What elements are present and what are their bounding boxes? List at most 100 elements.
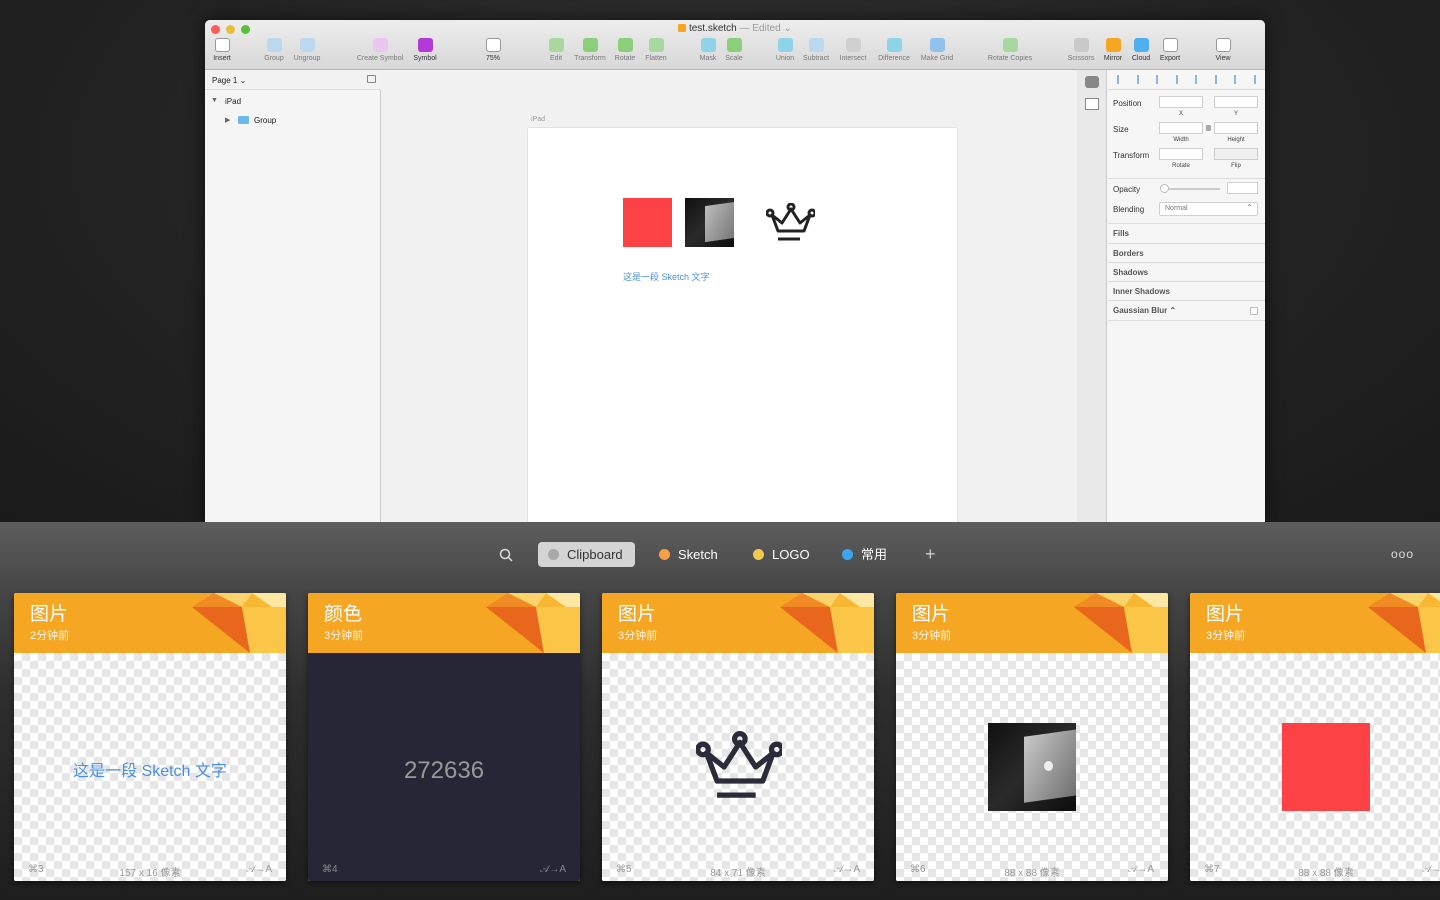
borders-section[interactable]: Borders — [1113, 249, 1144, 258]
card-header: 图片 3分钟前 — [602, 593, 874, 653]
layer-artboard-ipad[interactable]: ▼ iPad — [205, 94, 381, 110]
card-footer: ⌘788 x 88 像素𝒜→A — [1190, 859, 1440, 881]
tab-label: LOGO — [772, 547, 810, 562]
blending-select[interactable]: Normal ⌃ — [1159, 202, 1258, 216]
tab-clipboard[interactable]: Clipboard — [538, 542, 635, 567]
align-icon[interactable] — [1234, 75, 1243, 84]
clipboard-card[interactable]: 图片 3分钟前 ⌘6 88 x 88 像素 𝒜→A — [896, 593, 1168, 881]
align-icon[interactable] — [1136, 75, 1146, 84]
add-collection-button[interactable]: + — [925, 542, 936, 567]
align-icon[interactable] — [1175, 75, 1185, 84]
card-type: 图片 — [30, 604, 69, 625]
page-selector[interactable]: Page 1 ⌄ — [205, 70, 381, 90]
height-label: Height — [1227, 137, 1245, 143]
layer-label: Group — [254, 116, 277, 125]
sketch-diamond-icon — [486, 593, 580, 653]
opacity-slider-knob[interactable] — [1160, 184, 1169, 193]
red-rectangle[interactable] — [623, 198, 672, 247]
paste-as-text-button[interactable]: 𝒜→A — [834, 864, 860, 875]
text-layer[interactable]: 这是一段 Sketch 文字 — [623, 270, 710, 283]
width-field[interactable] — [1159, 122, 1203, 134]
artboard-ipad[interactable]: 这是一段 Sketch 文字 — [528, 128, 957, 522]
inner-shadows-section[interactable]: Inner Shadows — [1113, 287, 1170, 296]
toolbar-export-button[interactable]: Export — [1145, 38, 1195, 62]
card-header: 图片 2分钟前 — [14, 593, 286, 653]
group-icon — [266, 38, 282, 52]
transform-icon — [582, 38, 598, 52]
align-icon[interactable] — [1195, 75, 1204, 84]
align-icon[interactable] — [1253, 75, 1263, 84]
tab-label: 常用 — [861, 547, 888, 562]
toolbar-label: Export — [1159, 55, 1181, 62]
toolbar-insert-button[interactable]: Insert — [205, 38, 247, 62]
align-icon[interactable] — [1214, 75, 1224, 84]
layer-group[interactable]: ▶ Group — [205, 113, 381, 129]
more-menu-button[interactable]: ooo — [1391, 542, 1414, 567]
canvas[interactable]: iPad 这是一段 Sketch 文字 — [381, 70, 1077, 522]
style-icon[interactable] — [1085, 76, 1099, 88]
clipboard-color-dot — [548, 549, 559, 560]
toolbar-scale-button[interactable]: Scale — [709, 38, 759, 62]
rotate-field[interactable] — [1159, 148, 1203, 160]
card-header: 图片 3分钟前 — [1190, 593, 1440, 653]
tab-logo[interactable]: LOGO — [753, 542, 810, 567]
layout-icon[interactable] — [1085, 98, 1099, 110]
search-icon[interactable] — [499, 548, 513, 562]
toolbar-label: Scale — [725, 55, 743, 62]
position-x-field[interactable] — [1159, 96, 1203, 108]
opacity-field[interactable] — [1227, 182, 1258, 194]
flip-buttons[interactable] — [1214, 148, 1258, 160]
gaussian-blur-section[interactable]: Gaussian Blur ⌃ — [1113, 306, 1176, 315]
toolbar-rotate-copies-button[interactable]: Rotate Copies — [985, 38, 1035, 62]
disclosure-open-icon[interactable]: ▼ — [211, 97, 218, 104]
paste-as-text-button[interactable]: 𝒜→A — [540, 864, 566, 875]
card-preview: ⌘6 88 x 88 像素 𝒜→A — [896, 653, 1168, 881]
subtract-icon — [808, 38, 824, 52]
gaussian-blur-checkbox[interactable] — [1250, 307, 1258, 315]
toolbar-75--button[interactable]: 75% — [468, 38, 518, 62]
shadows-section[interactable]: Shadows — [1113, 268, 1148, 277]
toolbar-label: Rotate Copies — [987, 55, 1033, 62]
card-footer: ⌘4 𝒜→A — [308, 859, 580, 881]
export-icon — [1162, 38, 1178, 52]
symbol-icon — [417, 38, 433, 52]
toolbar-view-button[interactable]: View — [1198, 38, 1248, 62]
clipboard-card[interactable]: 图片 2分钟前 这是一段 Sketch 文字 ⌘3 157 x 16 像素 𝒜→A — [14, 593, 286, 881]
opacity-slider[interactable] — [1162, 188, 1220, 190]
clipboard-card[interactable]: 颜色 3分钟前 272636 ⌘4 𝒜→A — [308, 593, 580, 881]
laptop-image[interactable] — [685, 198, 734, 247]
align-icon[interactable] — [1117, 75, 1126, 84]
toolbar-ungroup-button[interactable]: Ungroup — [282, 38, 332, 62]
rotate-copies-icon — [1002, 38, 1018, 52]
blending-label: Blending — [1113, 205, 1145, 214]
align-icon[interactable] — [1156, 75, 1165, 84]
crown-icon — [696, 731, 782, 798]
scale-icon — [726, 38, 742, 52]
clipboard-card[interactable]: 图片 3分钟前 ⌘5 84 x 71 像素 𝒜→A — [602, 593, 874, 881]
view-icon — [1215, 38, 1231, 52]
crown-icon[interactable] — [766, 203, 815, 243]
fills-section[interactable]: Fills — [1113, 229, 1129, 238]
toolbar-make-grid-button[interactable]: Make Grid — [912, 38, 962, 62]
paste-as-text-button[interactable]: 𝒜→A — [1128, 864, 1154, 875]
paste-as-text-button[interactable]: 𝒜→A — [246, 864, 272, 875]
height-field[interactable] — [1214, 122, 1258, 134]
toolbar-flatten-button[interactable]: Flatten — [631, 38, 681, 62]
card-time: 3分钟前 — [324, 630, 364, 642]
toolbar-label: Create Symbol — [356, 55, 404, 62]
clipboard-card[interactable]: 图片3分钟前 ⌘788 x 88 像素𝒜→A — [1190, 593, 1440, 881]
red-rectangle-image — [1282, 723, 1370, 811]
card-header: 颜色 3分钟前 — [308, 593, 580, 653]
toolbar-symbol-button[interactable]: Symbol — [400, 38, 450, 62]
collapse-pages-icon[interactable] — [367, 75, 376, 83]
paste-as-text-button[interactable]: 𝒜→A — [1422, 864, 1440, 875]
page-label: Page 1 ⌄ — [212, 76, 247, 85]
tab-sketch[interactable]: Sketch — [659, 542, 718, 567]
tab-common[interactable]: 常用 — [842, 542, 887, 567]
lock-icon[interactable] — [1206, 125, 1211, 131]
preview-text: 这是一段 Sketch 文字 — [73, 763, 227, 780]
sketch-doc-icon — [678, 24, 687, 32]
disclosure-closed-icon[interactable]: ▶ — [225, 116, 230, 124]
position-y-field[interactable] — [1214, 96, 1258, 108]
toolbar-create-symbol-button[interactable]: Create Symbol — [355, 38, 405, 62]
